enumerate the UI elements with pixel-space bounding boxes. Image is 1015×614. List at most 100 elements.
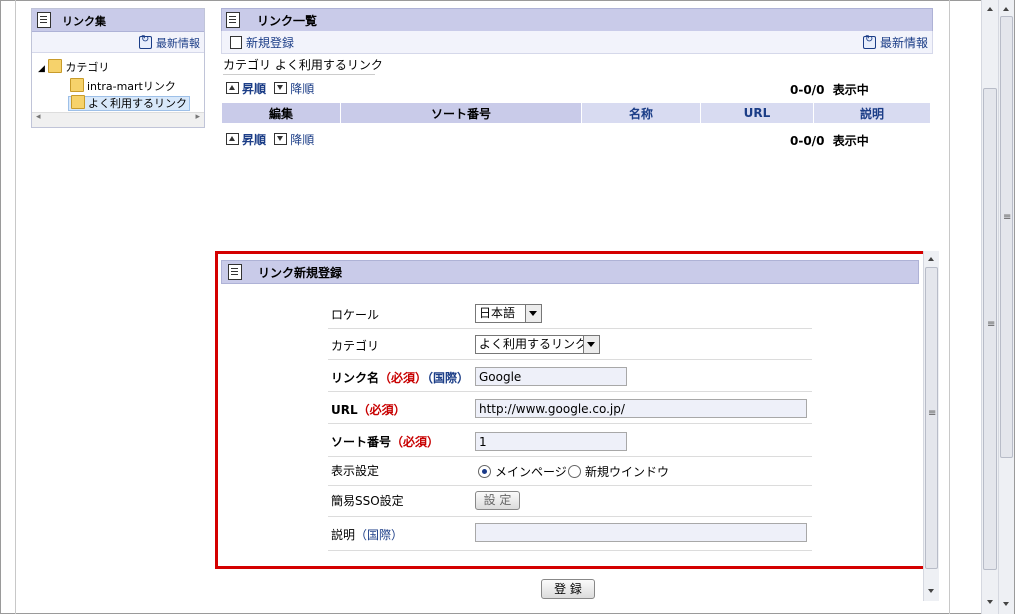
display-setting-label: 表示設定 bbox=[331, 464, 380, 478]
radio-selected-icon[interactable] bbox=[478, 465, 491, 478]
scroll-down-icon[interactable] bbox=[1001, 598, 1011, 608]
scroll-right-icon[interactable]: ▸ bbox=[195, 112, 200, 122]
url-label: URL（必須） bbox=[331, 401, 406, 418]
new-registration-label: 新規登録 bbox=[246, 36, 295, 50]
window-vertical-scrollbar[interactable]: ≡ bbox=[998, 0, 1014, 614]
collapse-triangle-icon[interactable]: ◢ bbox=[38, 64, 45, 74]
radio-unselected-icon[interactable] bbox=[568, 465, 581, 478]
category-breadcrumb: カテゴリ よく利用するリンク bbox=[223, 56, 383, 75]
tree-label: intra-martリンク bbox=[87, 80, 176, 93]
sort-number-row: ソート番号（必須） 1 bbox=[328, 424, 812, 457]
option-label: メインページ bbox=[495, 465, 567, 479]
document-icon bbox=[37, 12, 51, 28]
scroll-down-icon[interactable] bbox=[985, 596, 995, 606]
grip-icon: ≡ bbox=[1003, 212, 1012, 223]
folder-icon bbox=[48, 59, 63, 73]
category-name: よく利用するリンク bbox=[274, 58, 383, 72]
refresh-link[interactable]: 最新情報 bbox=[139, 34, 200, 51]
form-vertical-scrollbar[interactable]: ≡ bbox=[923, 251, 939, 601]
paging-count: 0-0/0 bbox=[790, 134, 825, 148]
display-setting-row: 表示設定 メインページ 新規ウインドウ bbox=[328, 457, 812, 486]
scroll-up-icon[interactable] bbox=[985, 3, 995, 13]
grip-icon: ≡ bbox=[987, 319, 996, 330]
link-name-input[interactable]: Google bbox=[475, 367, 627, 386]
description-text: 説明 bbox=[331, 528, 356, 542]
intl-mark[interactable]: （国際） bbox=[427, 371, 469, 385]
required-mark: （必須） bbox=[391, 435, 440, 449]
paging-info-bottom: 0-0/0 表示中 bbox=[790, 132, 869, 149]
paging-showing: 表示中 bbox=[832, 134, 869, 148]
new-document-icon bbox=[230, 36, 242, 49]
description-input[interactable] bbox=[475, 523, 807, 542]
category-prefix: カテゴリ bbox=[223, 58, 272, 72]
sso-setting-button[interactable]: 設 定 bbox=[475, 491, 520, 510]
display-new-window-option[interactable]: 新規ウインドウ bbox=[568, 463, 669, 480]
scroll-up-icon[interactable] bbox=[1001, 3, 1011, 13]
tree-item-category-root[interactable]: ◢ カテゴリ bbox=[38, 59, 109, 75]
sort-desc-link[interactable]: 降順 bbox=[274, 133, 314, 147]
new-registration-link[interactable]: 新規登録 bbox=[230, 34, 294, 51]
link-registration-form: リンク新規登録 ロケール 日本語 カテゴリ よく利用するリンク リンク名（必須）… bbox=[215, 251, 926, 569]
register-button[interactable]: 登 録 bbox=[541, 579, 595, 599]
refresh-label: 最新情報 bbox=[156, 37, 200, 50]
scroll-down-icon[interactable] bbox=[926, 585, 936, 595]
refresh-link[interactable]: 最新情報 bbox=[862, 34, 928, 51]
paging-showing: 表示中 bbox=[832, 83, 869, 97]
required-mark: （必須） bbox=[357, 403, 406, 417]
sso-setting-label: 簡易SSO設定 bbox=[331, 494, 404, 508]
paging-count: 0-0/0 bbox=[790, 83, 825, 97]
paging-info-top: 0-0/0 表示中 bbox=[790, 81, 869, 98]
panel-header: リンク集 bbox=[32, 9, 204, 32]
column-url[interactable]: URL bbox=[700, 102, 814, 124]
description-row: 説明（国際） bbox=[328, 517, 812, 551]
panel-title: リンク集 bbox=[62, 15, 106, 28]
panel-toolbar: 最新情報 bbox=[32, 32, 204, 53]
sort-controls-top: 昇順 降順 bbox=[226, 80, 314, 97]
sort-number-label: ソート番号（必須） bbox=[331, 433, 439, 450]
form-header: リンク新規登録 bbox=[221, 260, 919, 284]
display-main-page-option[interactable]: メインページ bbox=[478, 463, 567, 480]
required-mark: （必須） bbox=[379, 371, 428, 385]
intl-mark[interactable]: （国際） bbox=[355, 528, 403, 542]
column-name[interactable]: 名称 bbox=[581, 102, 701, 124]
column-edit: 編集 bbox=[221, 102, 341, 124]
page-vertical-scrollbar[interactable]: ≡ bbox=[981, 0, 998, 614]
refresh-label: 最新情報 bbox=[879, 36, 928, 50]
document-icon bbox=[228, 264, 242, 280]
column-description[interactable]: 説明 bbox=[813, 102, 931, 124]
sort-number-input[interactable]: 1 bbox=[475, 432, 627, 451]
category-select[interactable]: よく利用するリンク bbox=[475, 335, 600, 354]
dropdown-arrow-icon[interactable] bbox=[525, 305, 541, 322]
link-list-header: リンク一覧 bbox=[221, 8, 933, 32]
category-value: よく利用するリンク bbox=[479, 337, 588, 351]
document-icon bbox=[226, 12, 240, 28]
link-list-toolbar: 新規登録 最新情報 bbox=[221, 31, 933, 54]
dropdown-arrow-icon[interactable] bbox=[583, 336, 599, 353]
locale-row: ロケール 日本語 bbox=[328, 298, 812, 329]
folder-icon bbox=[70, 78, 84, 92]
link-list-title: リンク一覧 bbox=[257, 14, 318, 28]
url-input[interactable]: http://www.google.co.jp/ bbox=[475, 399, 807, 418]
locale-select[interactable]: 日本語 bbox=[475, 304, 542, 323]
tree-item-frequent-links[interactable]: よく利用するリンク bbox=[68, 95, 190, 111]
column-sort-number: ソート番号 bbox=[340, 102, 582, 124]
sort-desc-link[interactable]: 降順 bbox=[274, 82, 314, 96]
scroll-up-icon[interactable] bbox=[926, 253, 936, 263]
sort-desc-label: 降順 bbox=[290, 82, 315, 96]
locale-label: ロケール bbox=[331, 308, 380, 322]
sort-asc-link[interactable]: 昇順 bbox=[226, 133, 266, 147]
scroll-thumb[interactable]: ≡ bbox=[1000, 16, 1013, 458]
scroll-thumb[interactable]: ≡ bbox=[983, 88, 997, 570]
horizontal-scrollbar[interactable]: ◂ ▸ bbox=[32, 112, 204, 127]
folder-icon bbox=[71, 95, 85, 109]
scroll-thumb[interactable]: ≡ bbox=[925, 267, 938, 569]
sort-asc-link[interactable]: 昇順 bbox=[226, 82, 266, 96]
form-title: リンク新規登録 bbox=[258, 266, 343, 280]
link-collection-panel: リンク集 最新情報 ◢ カテゴリ intra-martリンク よく利用するリンク… bbox=[31, 8, 205, 128]
link-name-text: リンク名 bbox=[331, 371, 380, 385]
sort-controls-bottom: 昇順 降順 bbox=[226, 131, 314, 148]
sort-asc-label: 昇順 bbox=[242, 82, 267, 96]
tree-item-intra-mart[interactable]: intra-martリンク bbox=[70, 78, 176, 94]
sort-down-icon bbox=[274, 82, 288, 94]
scroll-left-icon[interactable]: ◂ bbox=[36, 112, 41, 122]
